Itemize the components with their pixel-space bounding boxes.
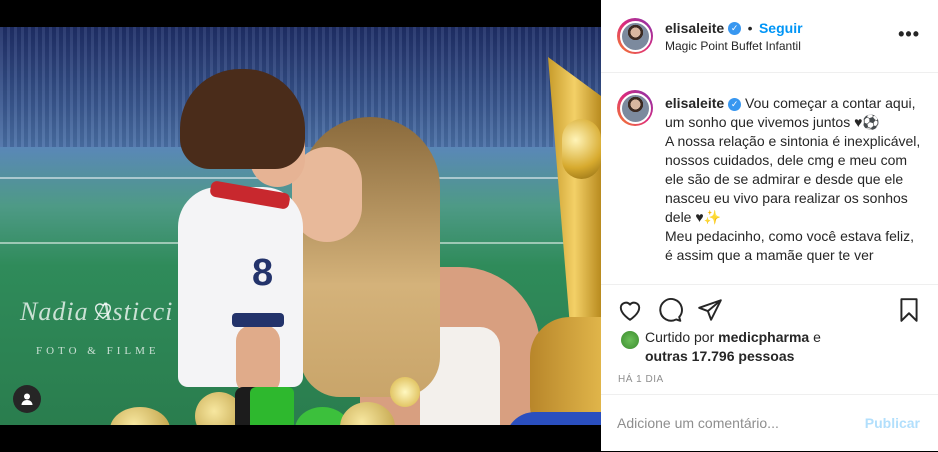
cake <box>530 317 601 425</box>
candy <box>250 387 294 425</box>
trophy <box>548 57 601 317</box>
boy-cuff <box>232 313 284 327</box>
avatar[interactable] <box>617 18 653 54</box>
caption-username[interactable]: elisaleite <box>665 95 724 111</box>
post-media-pane: 8 Nadia Asticci FOTO & FILME <box>0 0 601 451</box>
caption-body: elisaleite ✓ Vou começar a contar aqui, u… <box>665 94 922 265</box>
post-caption: elisaleite ✓ Vou começar a contar aqui, u… <box>617 90 922 280</box>
post-location[interactable]: Magic Point Buffet Infantil <box>665 39 801 53</box>
follow-button[interactable]: Seguir <box>759 20 803 36</box>
liked-by-and: e <box>813 329 821 345</box>
post-sidebar: elisaleite ✓ • Seguir Magic Point Buffet … <box>601 0 938 451</box>
liker-avatar[interactable] <box>621 331 639 349</box>
liked-by-user[interactable]: medicpharma <box>718 329 809 345</box>
comment-icon[interactable] <box>657 297 683 323</box>
comment-bar: Adicione um comentário... Publicar <box>601 394 938 452</box>
liked-by-others[interactable]: outras 17.796 pessoas <box>645 348 794 364</box>
publish-button[interactable]: Publicar <box>865 415 920 431</box>
liked-by-prefix: Curtido por <box>645 329 715 345</box>
post-timestamp[interactable]: HÁ 1 DIA <box>618 374 664 385</box>
tagged-users-button[interactable] <box>13 385 41 413</box>
caption-avatar[interactable] <box>617 90 653 126</box>
post-header: elisaleite ✓ • Seguir Magic Point Buffet … <box>601 0 938 73</box>
shirt-number: 8 <box>252 252 274 294</box>
candy-table <box>110 372 440 425</box>
watermark-title: Nadia Asticci <box>20 297 174 326</box>
candy <box>340 402 395 425</box>
heart-icon[interactable] <box>617 297 643 323</box>
trophy-ball <box>562 119 601 179</box>
caption-text: Vou começar a contar aqui, um sonho que … <box>665 95 921 263</box>
header-user-line: elisaleite ✓ • Seguir <box>665 20 803 38</box>
share-icon[interactable] <box>697 297 723 323</box>
verified-badge-icon: ✓ <box>728 97 742 111</box>
candy <box>110 407 170 425</box>
post-photo[interactable]: 8 Nadia Asticci FOTO & FILME <box>0 27 601 425</box>
more-options-icon[interactable]: ••• <box>898 24 920 45</box>
likes-summary: Curtido por medicpharma e outras 17.796 … <box>645 328 821 366</box>
user-icon <box>21 393 33 405</box>
bookmark-icon[interactable] <box>896 297 922 323</box>
comment-input[interactable]: Adicione um comentário... <box>617 415 779 431</box>
separator-dot: • <box>747 20 753 36</box>
candy <box>390 377 420 407</box>
post-actions: Curtido por medicpharma e outras 17.796 … <box>601 284 938 395</box>
verified-badge-icon: ✓ <box>728 22 742 36</box>
header-username[interactable]: elisaleite <box>665 20 724 36</box>
watermark-subtitle: FOTO & FILME <box>36 345 160 357</box>
